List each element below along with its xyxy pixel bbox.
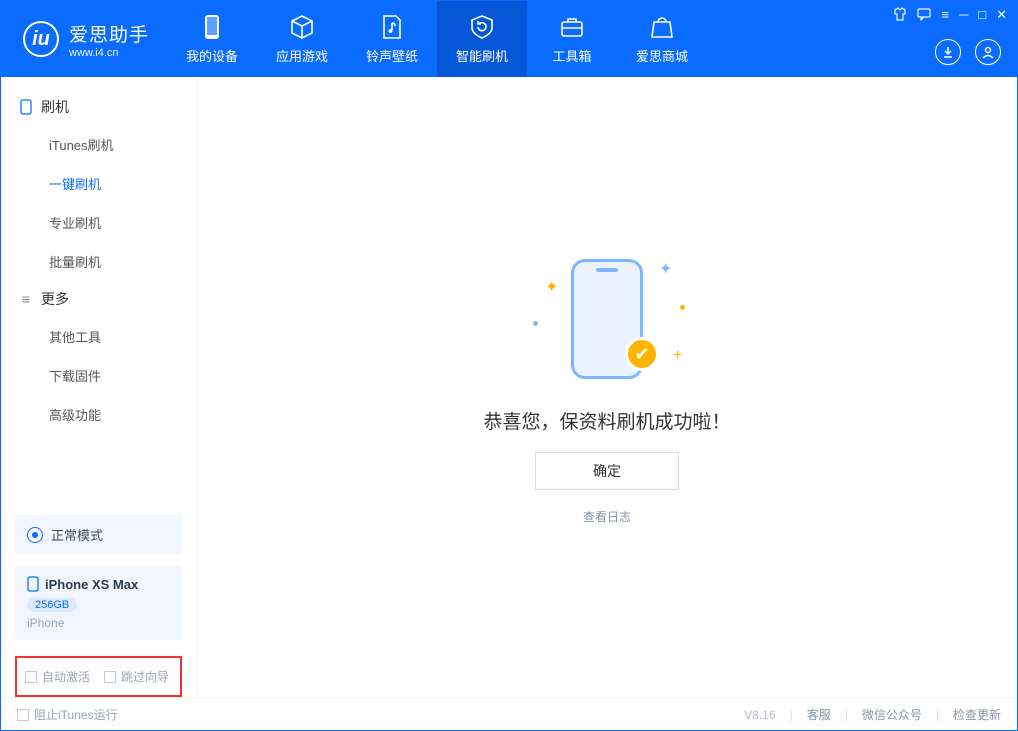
sidebar-item-advanced[interactable]: 高级功能 — [1, 395, 196, 434]
minimize-icon[interactable]: ─ — [959, 7, 968, 23]
group-label: 刷机 — [41, 97, 69, 117]
checkbox-label: 跳过向导 — [121, 668, 169, 685]
nav-ring-wall[interactable]: 铃声壁纸 — [347, 1, 437, 77]
wechat-link[interactable]: 微信公众号 — [862, 706, 922, 723]
sidebar-item-other-tools[interactable]: 其他工具 — [1, 317, 196, 356]
app-url: www.i4.cn — [69, 47, 149, 59]
checkbox-skip-guide[interactable]: 跳过向导 — [104, 668, 169, 685]
feedback-icon[interactable] — [917, 7, 931, 23]
device-type: iPhone — [27, 616, 170, 630]
skin-icon[interactable] — [893, 7, 907, 23]
nav-label: 应用游戏 — [276, 46, 328, 65]
group-label: 更多 — [41, 289, 69, 309]
phone-small-icon — [27, 576, 39, 592]
download-icon[interactable] — [935, 39, 961, 65]
header-right-actions — [935, 39, 1001, 65]
success-message: 恭喜您，保资料刷机成功啦！ — [483, 407, 730, 434]
checkbox-icon — [25, 671, 37, 683]
main-panel: ✔ ✦ ✦ + 恭喜您，保资料刷机成功啦！ 确定 查看日志 — [197, 77, 1017, 697]
spark-icon: + — [673, 347, 681, 355]
device-mode-card[interactable]: 正常模式 — [15, 515, 182, 554]
sidebar: 刷机 iTunes刷机 一键刷机 专业刷机 批量刷机 ≡ 更多 其他工具 下载固… — [1, 77, 197, 697]
window-controls: ≡ ─ □ ✕ — [893, 7, 1007, 23]
nav-apps-games[interactable]: 应用游戏 — [257, 1, 347, 77]
device-icon — [19, 100, 33, 114]
top-nav: 我的设备 应用游戏 铃声壁纸 智能刷机 工具箱 爱思商城 — [167, 1, 707, 77]
version-label: V8.16 — [744, 708, 775, 722]
device-card[interactable]: iPhone XS Max 256GB iPhone — [15, 566, 182, 640]
checkbox-auto-activate[interactable]: 自动激活 — [25, 668, 90, 685]
app-body: 刷机 iTunes刷机 一键刷机 专业刷机 批量刷机 ≡ 更多 其他工具 下载固… — [1, 77, 1017, 697]
app-logo[interactable]: iu 爱思助手 www.i4.cn — [1, 1, 167, 77]
status-bar: 阻止iTunes运行 V8.16 | 客服 | 微信公众号 | 检查更新 — [1, 697, 1017, 731]
nav-label: 我的设备 — [186, 46, 238, 65]
checkbox-block-itunes[interactable]: 阻止iTunes运行 — [17, 706, 118, 723]
dot-icon — [533, 321, 538, 326]
sidebar-item-batch-flash[interactable]: 批量刷机 — [1, 242, 196, 281]
close-icon[interactable]: ✕ — [996, 7, 1007, 23]
nav-label: 工具箱 — [553, 46, 592, 65]
checkbox-label: 阻止iTunes运行 — [34, 706, 118, 723]
sidebar-item-onekey-flash[interactable]: 一键刷机 — [1, 164, 196, 203]
menu-icon[interactable]: ≡ — [941, 7, 949, 23]
spark-icon: ✦ — [659, 259, 667, 267]
nav-label: 爱思商城 — [636, 46, 688, 65]
view-log-link[interactable]: 查看日志 — [583, 508, 631, 525]
sidebar-group-more: ≡ 更多 — [1, 281, 196, 317]
user-icon[interactable] — [975, 39, 1001, 65]
mode-indicator-icon — [27, 527, 43, 543]
logo-icon: iu — [23, 21, 59, 57]
bag-icon — [649, 14, 675, 40]
sidebar-group-flash: 刷机 — [1, 89, 196, 125]
checkbox-icon — [104, 671, 116, 683]
shield-refresh-icon — [469, 14, 495, 40]
nav-label: 铃声壁纸 — [366, 46, 418, 65]
check-update-link[interactable]: 检查更新 — [953, 706, 1001, 723]
toolbox-icon — [559, 14, 585, 40]
checkbox-icon — [17, 709, 29, 721]
support-link[interactable]: 客服 — [807, 706, 831, 723]
dot-icon — [680, 305, 685, 310]
sidebar-item-itunes-flash[interactable]: iTunes刷机 — [1, 125, 196, 164]
ok-button[interactable]: 确定 — [535, 452, 679, 490]
sidebar-item-download-fw[interactable]: 下载固件 — [1, 356, 196, 395]
nav-toolbox[interactable]: 工具箱 — [527, 1, 617, 77]
app-name: 爱思助手 — [69, 20, 149, 47]
sidebar-item-pro-flash[interactable]: 专业刷机 — [1, 203, 196, 242]
list-icon: ≡ — [19, 292, 33, 306]
mode-label: 正常模式 — [51, 525, 103, 544]
device-name: iPhone XS Max — [45, 577, 138, 592]
device-capacity: 256GB — [27, 598, 77, 612]
music-file-icon — [379, 14, 405, 40]
highlighted-options: 自动激活 跳过向导 — [15, 656, 182, 697]
nav-store[interactable]: 爱思商城 — [617, 1, 707, 77]
checkbox-label: 自动激活 — [42, 668, 90, 685]
spark-icon: ✦ — [545, 277, 553, 285]
cube-icon — [289, 14, 315, 40]
maximize-icon[interactable]: □ — [978, 7, 986, 23]
nav-my-device[interactable]: 我的设备 — [167, 1, 257, 77]
success-illustration: ✔ ✦ ✦ + — [527, 249, 687, 389]
app-header: iu 爱思助手 www.i4.cn 我的设备 应用游戏 铃声壁纸 智能刷机 工具… — [1, 1, 1017, 77]
logo-text: 爱思助手 www.i4.cn — [69, 20, 149, 59]
check-badge-icon: ✔ — [625, 337, 659, 371]
nav-label: 智能刷机 — [456, 46, 508, 65]
nav-smart-flash[interactable]: 智能刷机 — [437, 1, 527, 77]
phone-icon — [199, 14, 225, 40]
